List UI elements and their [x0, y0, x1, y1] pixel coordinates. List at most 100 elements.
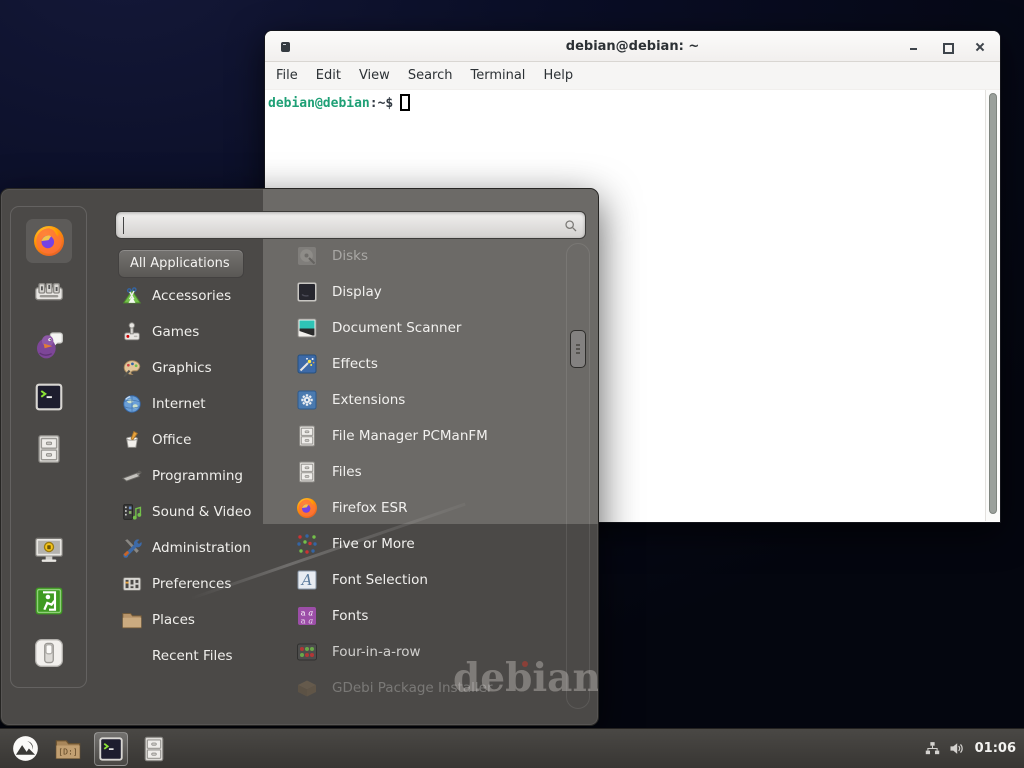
- games-icon: [121, 321, 143, 343]
- search-input[interactable]: [123, 214, 553, 236]
- app-document-scanner[interactable]: Document Scanner: [277, 310, 569, 346]
- application-list: DisksDisplayDocument ScannerEffectsExten…: [277, 238, 569, 706]
- terminal-menubar: FileEditViewSearchTerminalHelp: [265, 62, 1000, 90]
- office-icon: [121, 429, 143, 451]
- app-disks[interactable]: Disks: [277, 238, 569, 274]
- gdebi-icon: [295, 676, 319, 700]
- category-graphics[interactable]: Graphics: [118, 350, 270, 386]
- category-label: Administration: [152, 540, 251, 556]
- terminal-cursor: [400, 94, 410, 111]
- category-label: Games: [152, 324, 199, 340]
- category-office[interactable]: Office: [118, 422, 270, 458]
- svg-text:A: A: [300, 573, 312, 589]
- taskbar-terminal-active[interactable]: [94, 732, 128, 766]
- terminal-menu-file[interactable]: File: [267, 62, 307, 90]
- preferences-icon: [121, 573, 143, 595]
- menu-scrollbar-thumb[interactable]: [570, 330, 586, 368]
- taskbar-file-manager[interactable]: [D:]: [51, 732, 85, 766]
- category-label: Recent Files: [152, 648, 233, 664]
- svg-text:a: a: [308, 617, 313, 626]
- close-icon[interactable]: [974, 41, 986, 53]
- clock[interactable]: 01:06: [975, 741, 1016, 756]
- category-label: Places: [152, 612, 195, 628]
- svg-text:a: a: [301, 617, 306, 626]
- maximize-icon[interactable]: [941, 41, 953, 53]
- sound-video-icon: [121, 501, 143, 523]
- terminal-dark-icon: [33, 381, 65, 413]
- five-or-more-icon: [295, 532, 319, 556]
- taskbar-menu[interactable]: [8, 732, 42, 766]
- app-five-or-more[interactable]: Five or More: [277, 526, 569, 562]
- file-cabinet-icon: [295, 460, 319, 484]
- volume-icon[interactable]: [948, 740, 965, 757]
- programming-icon: [121, 465, 143, 487]
- app-firefox-esr[interactable]: Firefox ESR: [277, 490, 569, 526]
- category-games[interactable]: Games: [118, 314, 270, 350]
- category-places[interactable]: Places: [118, 602, 270, 638]
- terminal-scrollbar-thumb[interactable]: [989, 93, 997, 514]
- app-gdebi-package-installer[interactable]: GDebi Package Installer: [277, 670, 569, 706]
- folder-d-icon: [D:]: [54, 735, 82, 763]
- app-extensions[interactable]: Extensions: [277, 382, 569, 418]
- lock-screen-icon: [33, 533, 65, 565]
- effects-icon: [295, 352, 319, 376]
- terminal-menu-help[interactable]: Help: [534, 62, 582, 90]
- category-internet[interactable]: Internet: [118, 386, 270, 422]
- terminal-menu-edit[interactable]: Edit: [307, 62, 350, 90]
- menu-scrollbar[interactable]: [566, 243, 590, 709]
- internet-icon: [121, 393, 143, 415]
- app-display[interactable]: Display: [277, 274, 569, 310]
- app-file-manager-pcmanfm[interactable]: File Manager PCManFM: [277, 418, 569, 454]
- document-scanner-icon: [295, 316, 319, 340]
- favorite-pidgin[interactable]: [26, 323, 72, 367]
- app-font-selection[interactable]: AFont Selection: [277, 562, 569, 598]
- firefox-icon: [31, 223, 67, 259]
- app-label: Firefox ESR: [332, 500, 407, 516]
- favorite-lock-screen[interactable]: [26, 527, 72, 571]
- app-fonts[interactable]: aaaaFonts: [277, 598, 569, 634]
- search-icon: [563, 218, 579, 234]
- terminal-title: debian@debian: ~: [265, 31, 1000, 62]
- category-programming[interactable]: Programming: [118, 458, 270, 494]
- prompt-user-host: debian@debian: [268, 96, 370, 111]
- terminal-menu-view[interactable]: View: [350, 62, 399, 90]
- category-sound-video[interactable]: Sound & Video: [118, 494, 270, 530]
- app-effects[interactable]: Effects: [277, 346, 569, 382]
- terminal-menu-search[interactable]: Search: [399, 62, 462, 90]
- favorite-settings[interactable]: [26, 271, 72, 315]
- display-icon: [295, 280, 319, 304]
- app-label: File Manager PCManFM: [332, 428, 488, 444]
- app-four-in-a-row[interactable]: Four-in-a-row: [277, 634, 569, 670]
- four-in-a-row-icon: [295, 640, 319, 664]
- favorite-firefox[interactable]: [26, 219, 72, 263]
- taskbar-file-cabinet[interactable]: [137, 732, 171, 766]
- network-icon[interactable]: [924, 740, 941, 757]
- category-label: Accessories: [152, 288, 231, 304]
- app-label: Five or More: [332, 536, 415, 552]
- graphics-icon: [121, 357, 143, 379]
- favorite-log-out[interactable]: [26, 579, 72, 623]
- favorite-file-manager[interactable]: [26, 427, 72, 471]
- disks-icon: [295, 244, 319, 268]
- category-label: Sound & Video: [152, 504, 251, 520]
- minimize-icon[interactable]: [908, 41, 920, 53]
- terminal-titlebar[interactable]: debian@debian: ~: [265, 31, 1000, 62]
- category-accessories[interactable]: Accessories: [118, 278, 270, 314]
- category-label: Office: [152, 432, 191, 448]
- all-applications-button[interactable]: All Applications: [118, 249, 244, 278]
- app-files[interactable]: Files: [277, 454, 569, 490]
- shutdown-icon: [33, 637, 65, 669]
- favorite-shut-down[interactable]: [26, 631, 72, 675]
- pidgin-icon: [33, 329, 65, 361]
- extensions-icon: [295, 388, 319, 412]
- app-label: GDebi Package Installer: [332, 680, 493, 696]
- favorite-terminal[interactable]: [26, 375, 72, 419]
- category-recent-files[interactable]: Recent Files: [118, 638, 270, 674]
- mixer-icon: [33, 277, 65, 309]
- terminal-scrollbar[interactable]: [985, 90, 1000, 521]
- terminal-menu-terminal[interactable]: Terminal: [461, 62, 534, 90]
- search-box[interactable]: [115, 211, 586, 239]
- category-preferences[interactable]: Preferences: [118, 566, 270, 602]
- app-label: Four-in-a-row: [332, 644, 421, 660]
- category-administration[interactable]: Administration: [118, 530, 270, 566]
